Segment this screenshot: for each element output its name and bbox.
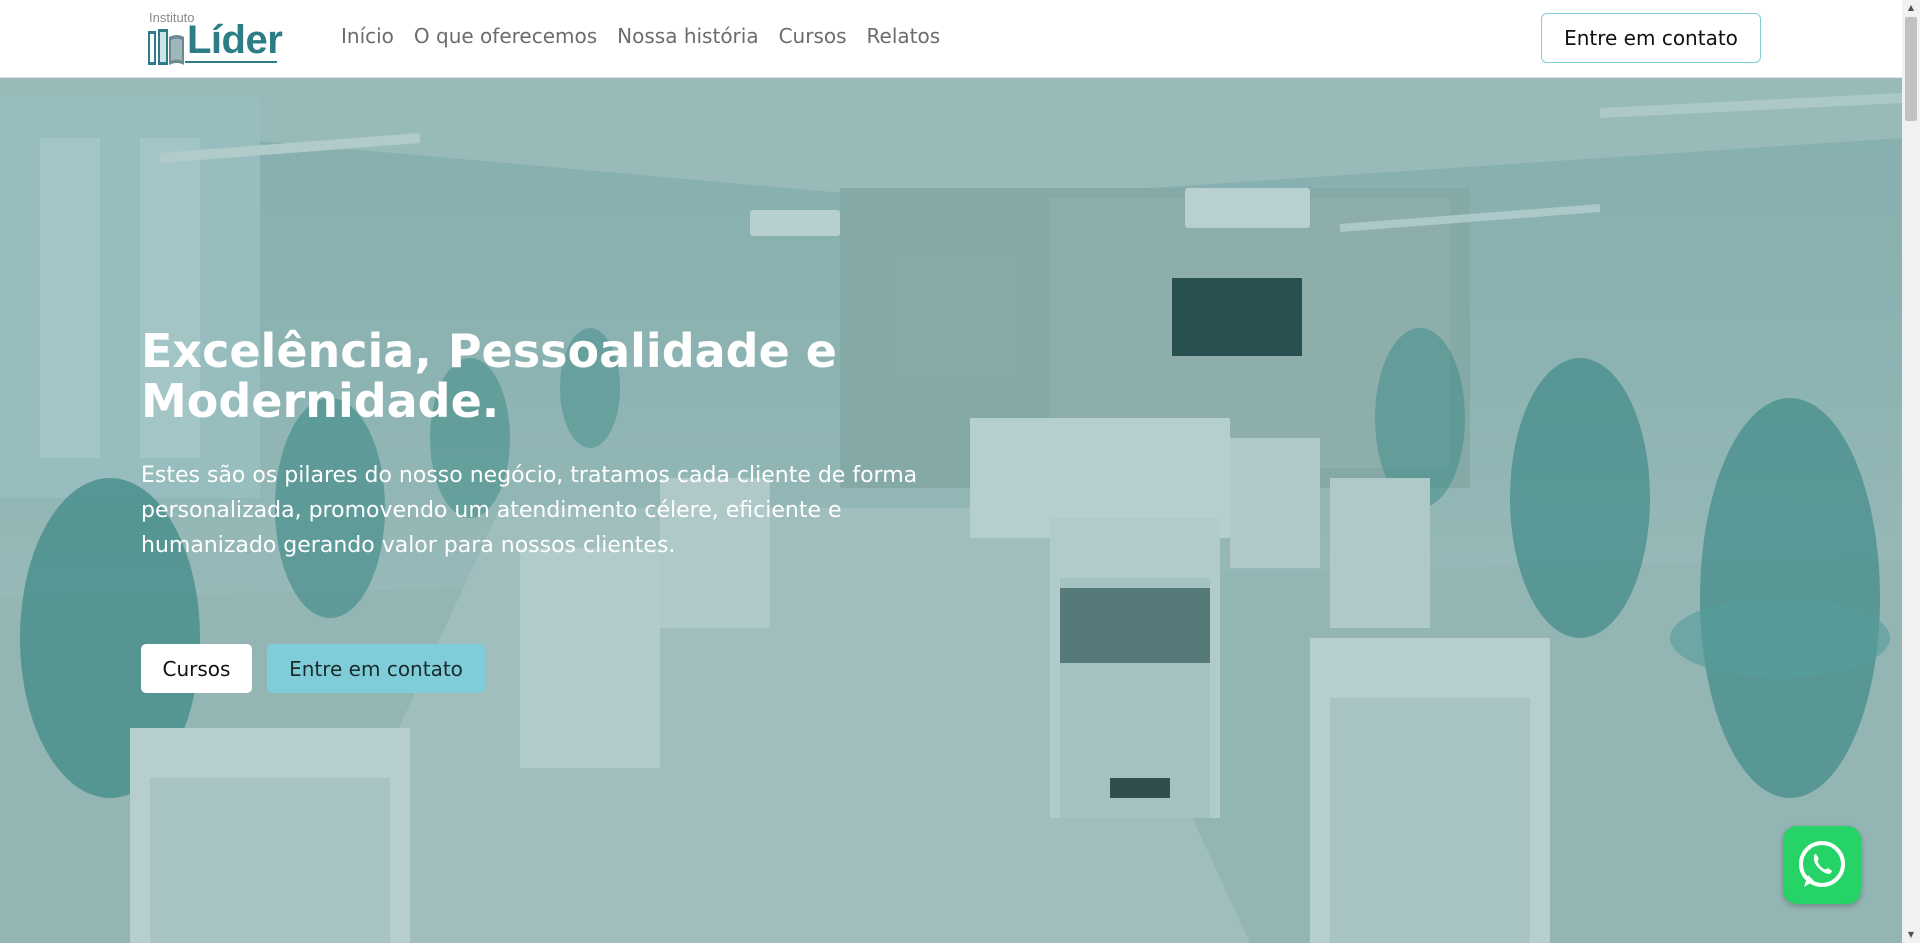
- whatsapp-icon: [1799, 841, 1845, 887]
- whatsapp-button[interactable]: [1783, 826, 1861, 904]
- nav-link-relatos[interactable]: Relatos: [857, 22, 951, 50]
- brand-logo[interactable]: Instituto Líder: [147, 10, 283, 65]
- nav-link-historia[interactable]: Nossa história: [607, 22, 768, 50]
- contact-button[interactable]: Entre em contato: [1541, 13, 1761, 63]
- main-nav: Início O que oferecemos Nossa história C…: [341, 22, 950, 50]
- hero-title: Excelência, Pessoalidade e Modernidade.: [141, 324, 837, 428]
- courses-button[interactable]: Cursos: [141, 644, 252, 693]
- page-scrollbar[interactable]: ▲ ▼: [1902, 0, 1920, 943]
- scroll-down-arrow-icon[interactable]: ▼: [1902, 927, 1920, 943]
- logo-underline: [185, 61, 277, 63]
- logo-big-text: Líder: [187, 18, 283, 62]
- hero-contact-button[interactable]: Entre em contato: [267, 644, 485, 693]
- nav-link-inicio[interactable]: Início: [341, 22, 404, 50]
- navbar: Instituto Líder Início O que oferecemos …: [0, 0, 1902, 78]
- hero-section: Excelência, Pessoalidade e Modernidade. …: [0, 78, 1902, 943]
- nav-link-oferecemos[interactable]: O que oferecemos: [404, 22, 607, 50]
- nav-link-cursos[interactable]: Cursos: [769, 22, 857, 50]
- books-icon: [148, 29, 184, 65]
- scrollbar-thumb[interactable]: [1905, 17, 1917, 121]
- scroll-up-arrow-icon[interactable]: ▲: [1902, 0, 1920, 16]
- hero-description: Estes são os pilares do nosso negócio, t…: [141, 463, 918, 558]
